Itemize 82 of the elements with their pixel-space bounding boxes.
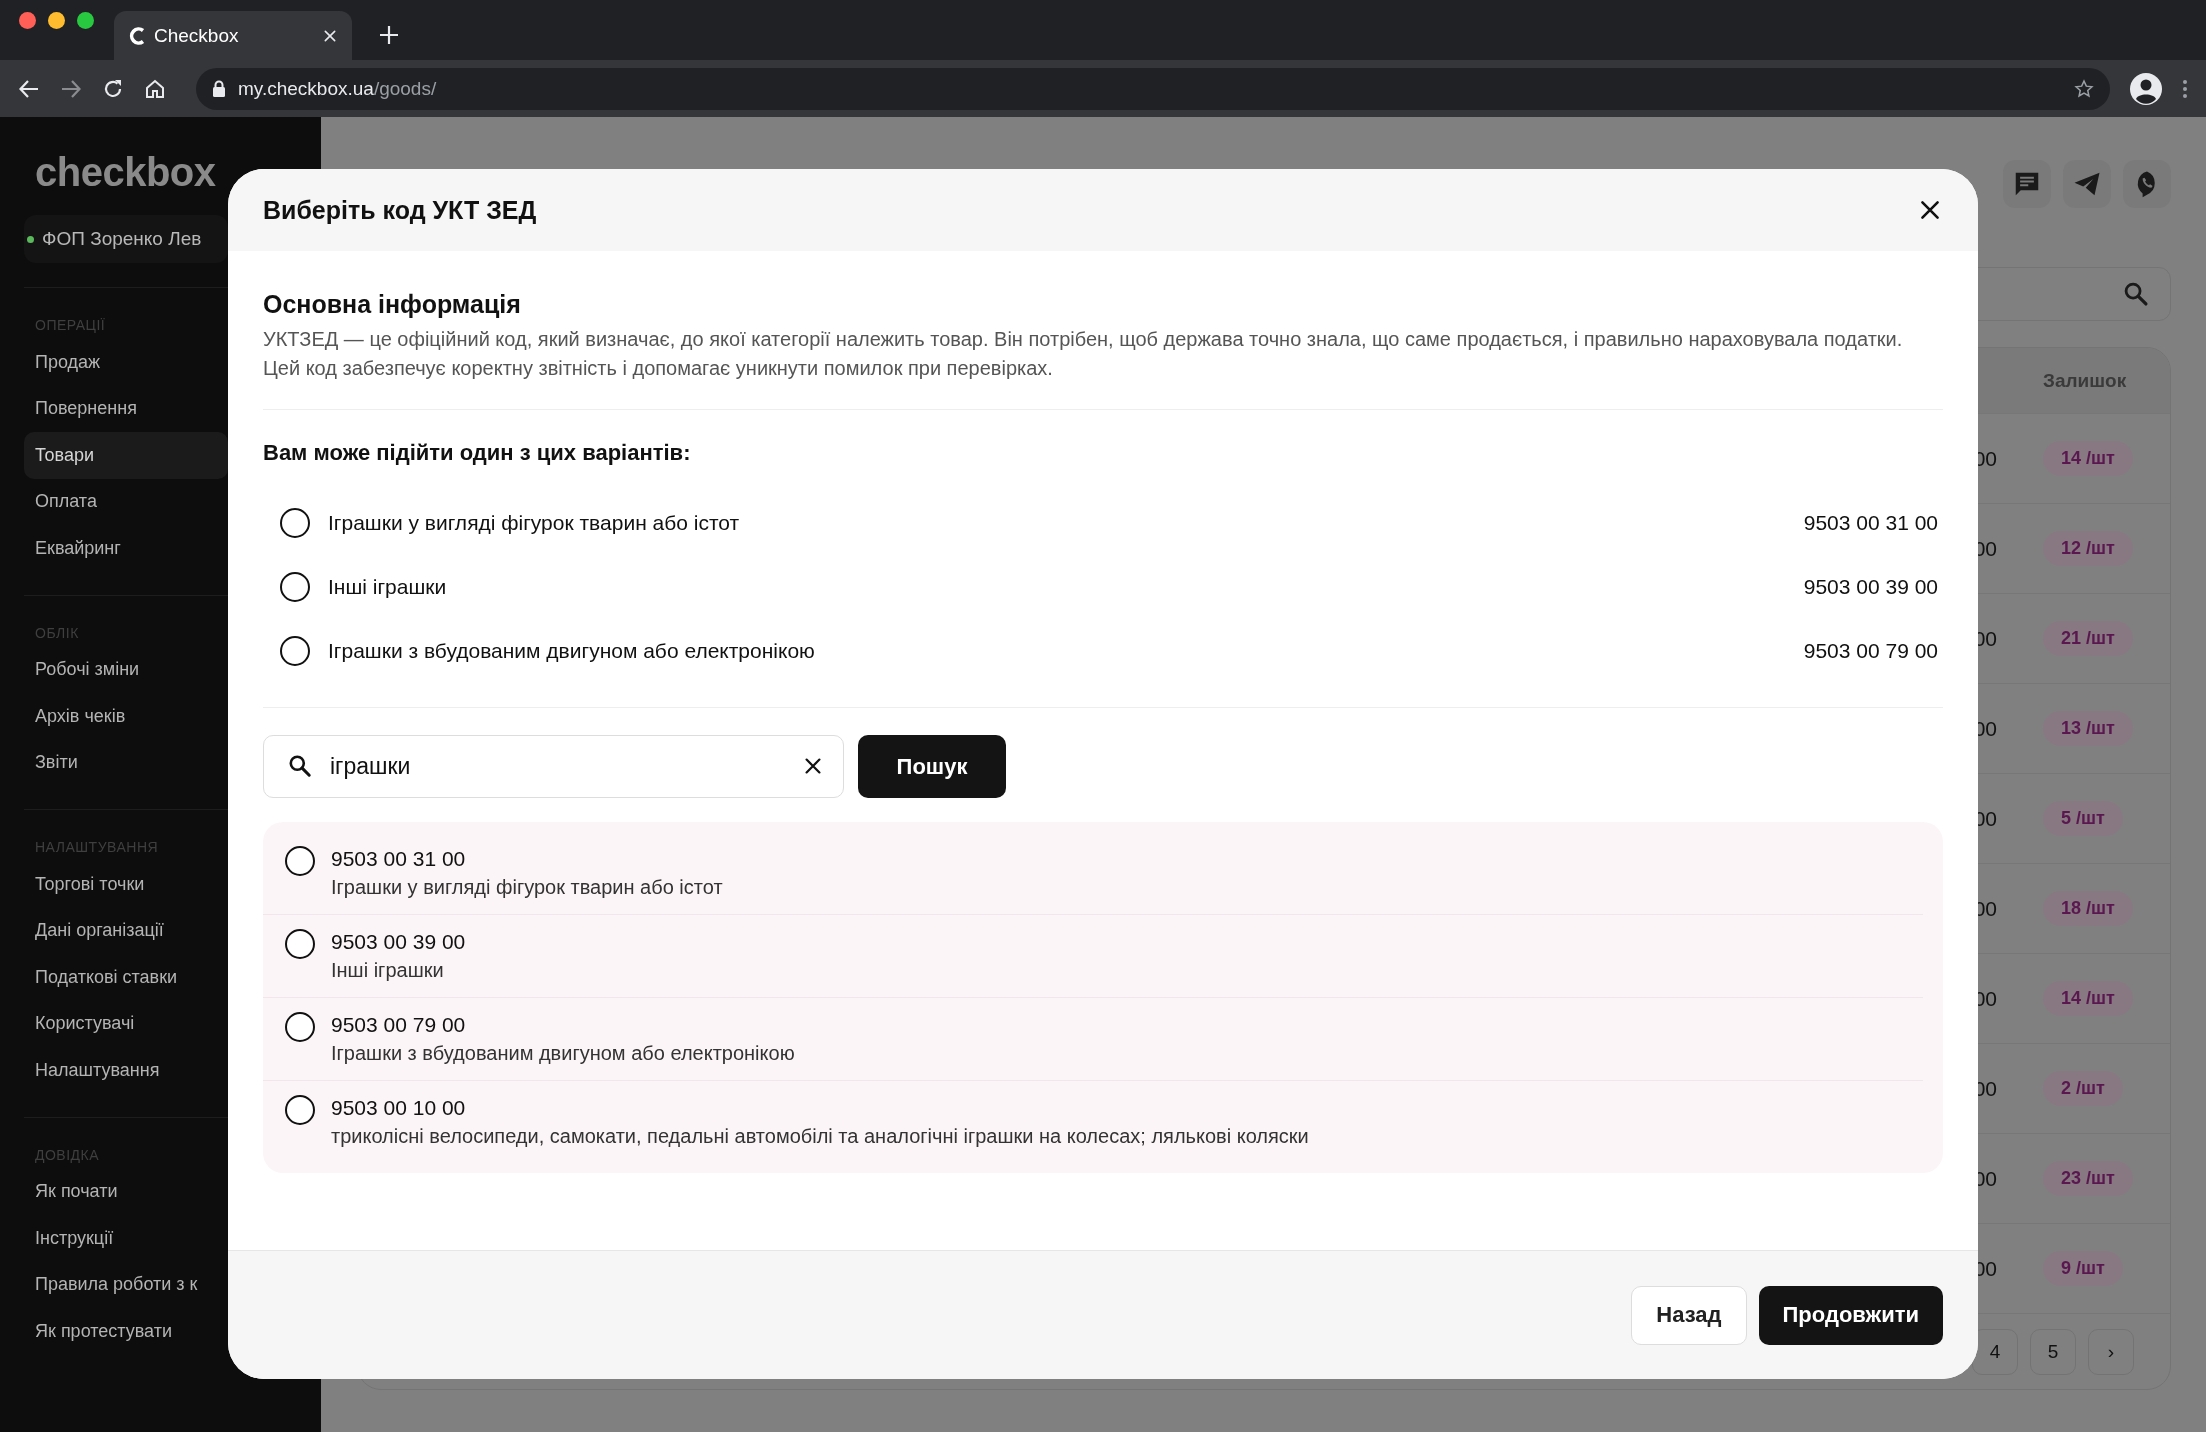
sidebar-item[interactable]: Налаштування bbox=[24, 1047, 228, 1094]
browser-tab[interactable]: Checkbox bbox=[114, 11, 352, 60]
sidebar-item[interactable]: Як протестувати bbox=[24, 1308, 228, 1355]
reload-icon[interactable] bbox=[102, 77, 124, 100]
page-button[interactable]: › bbox=[2088, 1328, 2134, 1375]
stock-badge: 14 /шт bbox=[2043, 981, 2133, 1016]
result-name: Іграшки у вигляді фігурок тварин або істот bbox=[331, 875, 723, 900]
back-button[interactable]: Назад bbox=[1631, 1285, 1747, 1345]
logo: checkbox bbox=[34, 149, 217, 196]
avatar-icon[interactable] bbox=[2130, 72, 2162, 105]
star-icon[interactable] bbox=[2074, 78, 2094, 99]
sidebar-item[interactable]: Дані організації bbox=[24, 907, 228, 954]
radio-button[interactable] bbox=[280, 636, 310, 666]
stock-badge: 18 /шт bbox=[2043, 891, 2133, 926]
stock-badge: 2 /шт bbox=[2043, 1071, 2123, 1106]
sidebar-item[interactable]: Товари bbox=[24, 432, 228, 479]
organization-selector[interactable]: ФОП Зоренко Лев bbox=[24, 215, 228, 263]
stock-badge: 14 /шт bbox=[2043, 441, 2133, 476]
sidebar-item[interactable]: Як почати bbox=[24, 1168, 228, 1215]
menu-icon[interactable] bbox=[2182, 78, 2188, 99]
stock-badge: 9 /шт bbox=[2043, 1251, 2123, 1286]
option-label: Інші іграшки bbox=[328, 575, 448, 599]
new-tab-icon[interactable] bbox=[378, 24, 400, 46]
sidebar-item[interactable]: Правила роботи з к bbox=[24, 1261, 228, 1308]
sidebar-item[interactable]: Торгові точки bbox=[24, 861, 228, 908]
close-window-button[interactable] bbox=[19, 11, 36, 29]
sidebar-item[interactable]: Робочі зміни bbox=[24, 646, 228, 693]
continue-button[interactable]: Продовжити bbox=[1758, 1285, 1943, 1345]
chat-button[interactable] bbox=[2003, 160, 2051, 208]
sidebar-item[interactable]: Архів чеків bbox=[24, 693, 228, 740]
description: УКТЗЕД — це офіційний код, який визначає, до якої категорії належить товар. Він потрібен, щоб держава точно знала, що саме продається, і правильно нараховувала податки. Цей код забезпечує коректну звітність і допомагає уникнути помилок при перевірках. bbox=[263, 327, 1904, 381]
sidebar-item[interactable]: Інструкції bbox=[24, 1215, 228, 1262]
suggestions-title: Вам може підійти один з цих варіантів: bbox=[263, 439, 692, 467]
address-bar[interactable]: my.checkbox.ua/goods/ bbox=[196, 67, 2110, 110]
stock-badge: 12 /шт bbox=[2043, 531, 2133, 566]
home-icon[interactable] bbox=[144, 77, 166, 100]
sidebar-item[interactable]: Еквайринг bbox=[24, 525, 228, 572]
sidebar-item[interactable]: Податкові ставки bbox=[24, 954, 228, 1001]
sidebar-item[interactable]: Продаж bbox=[24, 339, 228, 386]
search-icon bbox=[287, 753, 313, 779]
page-button[interactable]: 5 bbox=[2030, 1328, 2076, 1375]
result-code: 9503 00 39 00 bbox=[331, 929, 466, 955]
url-text: my.checkbox.ua/goods/ bbox=[238, 77, 438, 100]
stock-badge: 21 /шт bbox=[2043, 621, 2133, 656]
radio-button[interactable] bbox=[280, 508, 310, 538]
radio-button[interactable] bbox=[285, 846, 315, 876]
maximize-window-button[interactable] bbox=[77, 11, 94, 29]
stock-badge: 23 /шт bbox=[2043, 1161, 2133, 1196]
search-input[interactable]: іграшки bbox=[263, 735, 844, 798]
sidebar-item[interactable]: Оплата bbox=[24, 478, 228, 525]
c-logo-icon bbox=[128, 25, 146, 46]
clear-icon[interactable] bbox=[802, 755, 824, 777]
option-code: 9503 00 79 00 bbox=[1803, 639, 1938, 663]
result-name: Іграшки з вбудованим двигуном або електронікою bbox=[331, 1041, 795, 1066]
radio-button[interactable] bbox=[285, 1095, 315, 1125]
dialog-title: Виберіть код УКТ ЗЕД bbox=[263, 195, 537, 225]
sidebar-item[interactable]: Звіти bbox=[24, 739, 228, 786]
search-button[interactable]: Пошук bbox=[858, 735, 1006, 798]
option-code: 9503 00 39 00 bbox=[1803, 575, 1938, 599]
status-dot-icon bbox=[27, 235, 34, 243]
telegram-button[interactable] bbox=[2063, 160, 2111, 208]
option-code: 9503 00 31 00 bbox=[1803, 511, 1938, 535]
lock-icon bbox=[212, 80, 226, 97]
search-icon bbox=[2122, 280, 2150, 308]
minimize-window-button[interactable] bbox=[48, 11, 65, 29]
sidebar-item[interactable]: Повернення bbox=[24, 385, 228, 432]
sidebar-item[interactable]: Користувачі bbox=[24, 1000, 228, 1047]
stock-badge: 5 /шт bbox=[2043, 801, 2123, 836]
radio-button[interactable] bbox=[285, 1012, 315, 1042]
section-title: Основна інформація bbox=[263, 289, 521, 320]
viber-button[interactable] bbox=[2123, 160, 2171, 208]
radio-button[interactable] bbox=[285, 929, 315, 959]
column-header: Залишок bbox=[2042, 369, 2128, 392]
stock-badge: 13 /шт bbox=[2043, 711, 2133, 746]
result-code: 9503 00 10 00 bbox=[331, 1095, 467, 1121]
option-label: Іграшки з вбудованим двигуном або електронікою bbox=[328, 639, 816, 663]
radio-button[interactable] bbox=[280, 572, 310, 602]
option-label: Іграшки у вигляді фігурок тварин або істот bbox=[328, 511, 741, 535]
result-code: 9503 00 79 00 bbox=[331, 1012, 467, 1038]
result-name: Інші іграшки bbox=[331, 958, 445, 983]
result-code: 9503 00 31 00 bbox=[331, 846, 467, 872]
result-name: триколісні велосипеди, самокати, педальні автомобілі та аналогічні іграшки на колесах; лялькові коляски bbox=[331, 1124, 1309, 1149]
